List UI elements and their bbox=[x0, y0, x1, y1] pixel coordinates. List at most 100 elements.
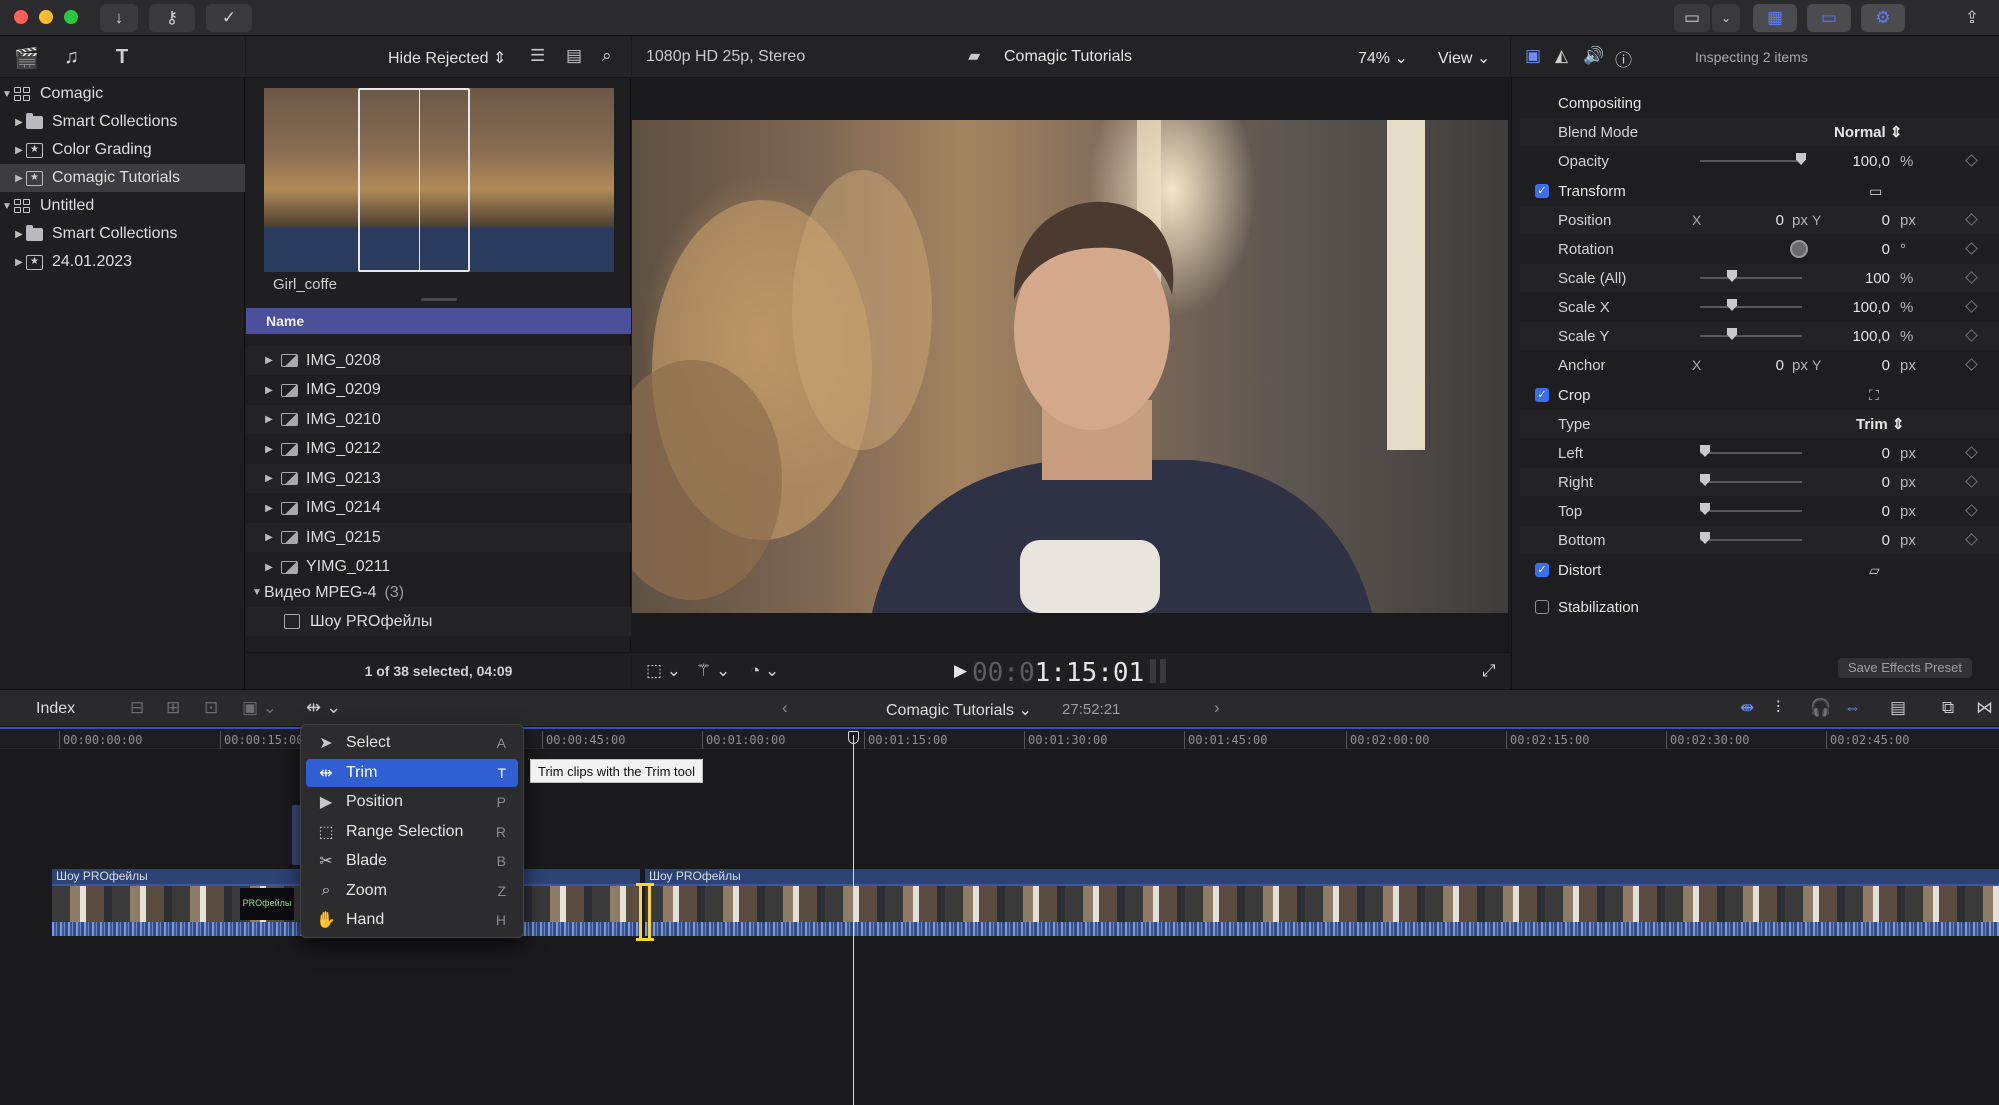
scale-x-value[interactable]: 100,0 bbox=[1820, 299, 1890, 316]
library-item-untitled[interactable]: ▼ Untitled bbox=[0, 192, 245, 220]
resize-handle[interactable] bbox=[421, 298, 457, 301]
disclosure-triangle-icon[interactable]: ▶ bbox=[262, 444, 276, 455]
share-button[interactable]: ⇪ bbox=[1954, 4, 1990, 32]
crop-checkbox[interactable]: ✓ bbox=[1535, 388, 1549, 402]
insert-clip-icon[interactable]: ⊞ bbox=[166, 698, 180, 718]
minimize-window-button[interactable] bbox=[39, 10, 53, 24]
audio-waveform[interactable] bbox=[645, 922, 1999, 936]
event-item-24-01-2023[interactable]: ▶ ★ 24.01.2023 bbox=[0, 248, 245, 276]
clip-appearance-icon[interactable]: ☰ bbox=[530, 46, 545, 66]
smart-collections-item[interactable]: ▶ Smart Collections bbox=[0, 108, 245, 136]
disclosure-triangle-icon[interactable]: ▶ bbox=[262, 532, 276, 543]
position-y-value[interactable]: 0 bbox=[1838, 212, 1890, 229]
close-window-button[interactable] bbox=[14, 10, 28, 24]
solo-icon[interactable]: 🎧 bbox=[1810, 698, 1831, 718]
anchor-x-value[interactable]: 0 bbox=[1730, 357, 1784, 374]
opacity-slider[interactable] bbox=[1700, 160, 1802, 162]
crop-right-slider[interactable] bbox=[1700, 481, 1802, 483]
disclosure-triangle-icon[interactable]: ▶ bbox=[12, 257, 26, 268]
disclosure-triangle-icon[interactable]: ▶ bbox=[262, 355, 276, 366]
viewer-display-menu[interactable]: ⌄ bbox=[1712, 4, 1740, 32]
append-clip-icon[interactable]: ⊡ bbox=[204, 698, 218, 718]
keyframe-icon[interactable] bbox=[1965, 271, 1978, 284]
tool-menu-item-select[interactable]: ➤ Select A bbox=[306, 729, 518, 757]
crop-bottom-slider[interactable] bbox=[1700, 539, 1802, 541]
keyframe-icon[interactable] bbox=[1965, 329, 1978, 342]
distort-checkbox[interactable]: ✓ bbox=[1535, 563, 1549, 577]
tool-menu-item-position[interactable]: ▶ Position P bbox=[306, 788, 518, 816]
keywords-button[interactable]: ⚷ bbox=[149, 4, 195, 32]
disclosure-triangle-icon[interactable]: ▶ bbox=[262, 503, 276, 514]
opacity-slider-knob[interactable] bbox=[1796, 153, 1806, 165]
disclosure-triangle-icon[interactable]: ▼ bbox=[0, 201, 14, 212]
disclosure-triangle-icon[interactable]: ▼ bbox=[250, 587, 264, 598]
zoom-menu[interactable]: 74% ⌄ bbox=[1358, 48, 1408, 68]
view-menu[interactable]: View ⌄ bbox=[1438, 48, 1490, 68]
crop-left-value[interactable]: 0 bbox=[1820, 445, 1890, 462]
titles-generators-icon[interactable]: T bbox=[116, 46, 128, 69]
distort-overlay-icon[interactable]: ▱ bbox=[1869, 562, 1880, 579]
import-button[interactable]: ↓ bbox=[100, 4, 138, 32]
forward-arrow-icon[interactable]: › bbox=[1214, 698, 1220, 718]
list-item[interactable]: ▶ IMG_0210 bbox=[246, 405, 631, 434]
rotation-value[interactable]: 0 bbox=[1820, 241, 1890, 258]
magic-wand-icon[interactable]: ⚚ ⌄ bbox=[696, 661, 730, 681]
color-inspector-icon[interactable]: ◭ bbox=[1555, 46, 1568, 66]
audio-skimming-icon[interactable]: ⫶ bbox=[1776, 698, 1780, 718]
list-item[interactable]: Шоу PROфейлы bbox=[246, 607, 631, 636]
tool-menu-button[interactable]: ⇹ ⌄ bbox=[306, 697, 341, 718]
save-effects-preset-button[interactable]: Save Effects Preset bbox=[1838, 658, 1972, 678]
crop-left-slider-knob[interactable] bbox=[1700, 445, 1710, 457]
opacity-value[interactable]: 100,0 bbox=[1820, 153, 1890, 170]
disclosure-triangle-icon[interactable]: ▶ bbox=[12, 229, 26, 240]
transform-tool-icon[interactable]: ⬚ ⌄ bbox=[646, 661, 681, 681]
transitions-browser-icon[interactable]: ⋈ bbox=[1976, 698, 1993, 718]
keyframe-icon[interactable] bbox=[1965, 154, 1978, 167]
inspector-layout-button[interactable]: ⚙ bbox=[1861, 4, 1905, 32]
libraries-icon[interactable]: 🎬 bbox=[14, 46, 39, 71]
crop-right-value[interactable]: 0 bbox=[1820, 474, 1890, 491]
play-button[interactable]: ▶ bbox=[954, 661, 967, 681]
crop-top-value[interactable]: 0 bbox=[1820, 503, 1890, 520]
scale-y-value[interactable]: 100,0 bbox=[1820, 328, 1890, 345]
disclosure-triangle-icon[interactable]: ▶ bbox=[262, 562, 276, 573]
audio-inspector-icon[interactable]: 🔊 bbox=[1583, 46, 1604, 66]
clip-appearance-icon[interactable]: ▤ bbox=[1890, 698, 1906, 718]
list-item[interactable]: ▶ IMG_0213 bbox=[246, 464, 631, 493]
keyframe-icon[interactable] bbox=[1965, 213, 1978, 226]
scale-y-slider-knob[interactable] bbox=[1727, 328, 1737, 340]
browser-layout-button[interactable]: ▦ bbox=[1753, 4, 1797, 32]
scale-y-slider[interactable] bbox=[1700, 335, 1802, 337]
keyframe-icon[interactable] bbox=[1965, 446, 1978, 459]
video-frame[interactable] bbox=[632, 120, 1508, 613]
stabilization-checkbox[interactable] bbox=[1535, 600, 1549, 614]
keyframe-icon[interactable] bbox=[1965, 358, 1978, 371]
retime-icon[interactable]: ◔ ⌄ bbox=[750, 661, 779, 681]
disclosure-triangle-icon[interactable]: ▶ bbox=[12, 145, 26, 156]
keyframe-icon[interactable] bbox=[1965, 475, 1978, 488]
crop-bottom-value[interactable]: 0 bbox=[1820, 532, 1890, 549]
timeline-clip[interactable] bbox=[645, 884, 1999, 922]
index-button[interactable]: Index bbox=[36, 700, 75, 718]
disclosure-triangle-icon[interactable]: ▶ bbox=[12, 173, 26, 184]
fullscreen-icon[interactable]: ⤢ bbox=[1482, 661, 1496, 681]
crop-left-slider[interactable] bbox=[1700, 452, 1802, 454]
anchor-y-value[interactable]: 0 bbox=[1838, 357, 1890, 374]
list-item[interactable]: ▶ IMG_0208 bbox=[246, 346, 631, 375]
disclosure-triangle-icon[interactable]: ▶ bbox=[262, 414, 276, 425]
overwrite-clip-icon[interactable]: ▣ ⌄ bbox=[242, 698, 277, 718]
disclosure-triangle-icon[interactable]: ▶ bbox=[12, 117, 26, 128]
crop-right-slider-knob[interactable] bbox=[1700, 474, 1710, 486]
scale-x-slider-knob[interactable] bbox=[1727, 299, 1737, 311]
trim-handle-bottom[interactable] bbox=[636, 938, 654, 941]
scale-all-slider-knob[interactable] bbox=[1727, 270, 1737, 282]
timeline-project-menu[interactable]: Comagic Tutorials ⌄ bbox=[886, 700, 1032, 720]
trim-edit-point[interactable] bbox=[639, 883, 651, 941]
skimming-icon[interactable]: ⇼ bbox=[1740, 698, 1754, 718]
keyframe-icon[interactable] bbox=[1965, 533, 1978, 546]
library-item-comagic[interactable]: ▼ Comagic bbox=[0, 80, 245, 108]
list-item[interactable]: ▶ IMG_0215 bbox=[246, 523, 631, 552]
blend-mode-menu[interactable]: Normal ⇕ bbox=[1834, 123, 1902, 141]
group-header-mpeg4[interactable]: ▼ Видео MPEG-4 (3) bbox=[246, 578, 631, 607]
filmstrip-view-icon[interactable]: ▤ bbox=[566, 46, 582, 66]
